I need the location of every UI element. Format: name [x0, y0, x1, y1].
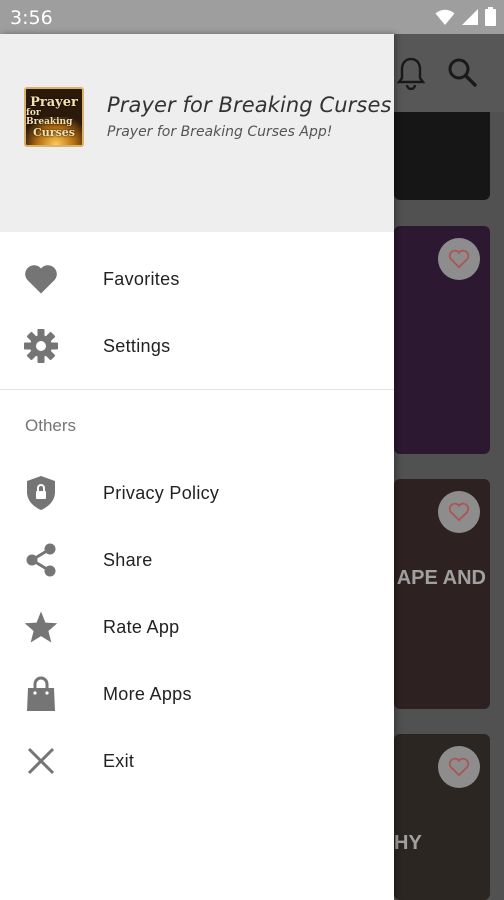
app-title: Prayer for Breaking Curses	[107, 93, 392, 117]
menu-item-settings[interactable]: Settings	[0, 315, 394, 377]
battery-icon	[485, 7, 496, 26]
section-title-others: Others	[25, 416, 77, 435]
logo-text: for Breaking	[26, 108, 73, 127]
status-bar: 3:56	[0, 0, 504, 34]
share-icon	[22, 543, 60, 577]
menu-item-share[interactable]: Share	[0, 529, 394, 591]
menu-item-label: More Apps	[103, 683, 192, 704]
app-subtitle: Prayer for Breaking Curses App!	[107, 124, 333, 140]
signal-icon	[462, 8, 478, 25]
menu-item-label: Settings	[103, 335, 171, 356]
gear-icon	[22, 329, 60, 363]
close-icon	[22, 744, 60, 778]
menu-item-exit[interactable]: Exit	[0, 730, 394, 792]
menu-item-label: Exit	[103, 750, 135, 771]
menu-item-favorites[interactable]: Favorites	[0, 248, 394, 310]
status-time: 3:56	[10, 7, 53, 29]
navigation-drawer: Prayer for Breaking Curses Prayer for Br…	[0, 34, 394, 900]
menu-item-rate-app[interactable]: Rate App	[0, 596, 394, 658]
heart-icon	[22, 262, 60, 296]
menu-item-label: Privacy Policy	[103, 482, 220, 503]
menu-item-label: Favorites	[103, 268, 180, 289]
menu-item-label: Rate App	[103, 616, 180, 637]
app-logo: Prayer for Breaking Curses	[24, 87, 84, 147]
menu-item-more-apps[interactable]: More Apps	[0, 663, 394, 725]
shield-lock-icon	[22, 476, 60, 510]
menu-item-privacy-policy[interactable]: Privacy Policy	[0, 462, 394, 524]
shopping-bag-icon	[22, 676, 60, 711]
wifi-icon	[435, 9, 455, 25]
divider	[0, 389, 394, 390]
star-icon	[22, 610, 60, 644]
menu-item-label: Share	[103, 549, 153, 570]
logo-text: Curses	[33, 126, 75, 139]
drawer-header: Prayer for Breaking Curses Prayer for Br…	[0, 34, 394, 232]
